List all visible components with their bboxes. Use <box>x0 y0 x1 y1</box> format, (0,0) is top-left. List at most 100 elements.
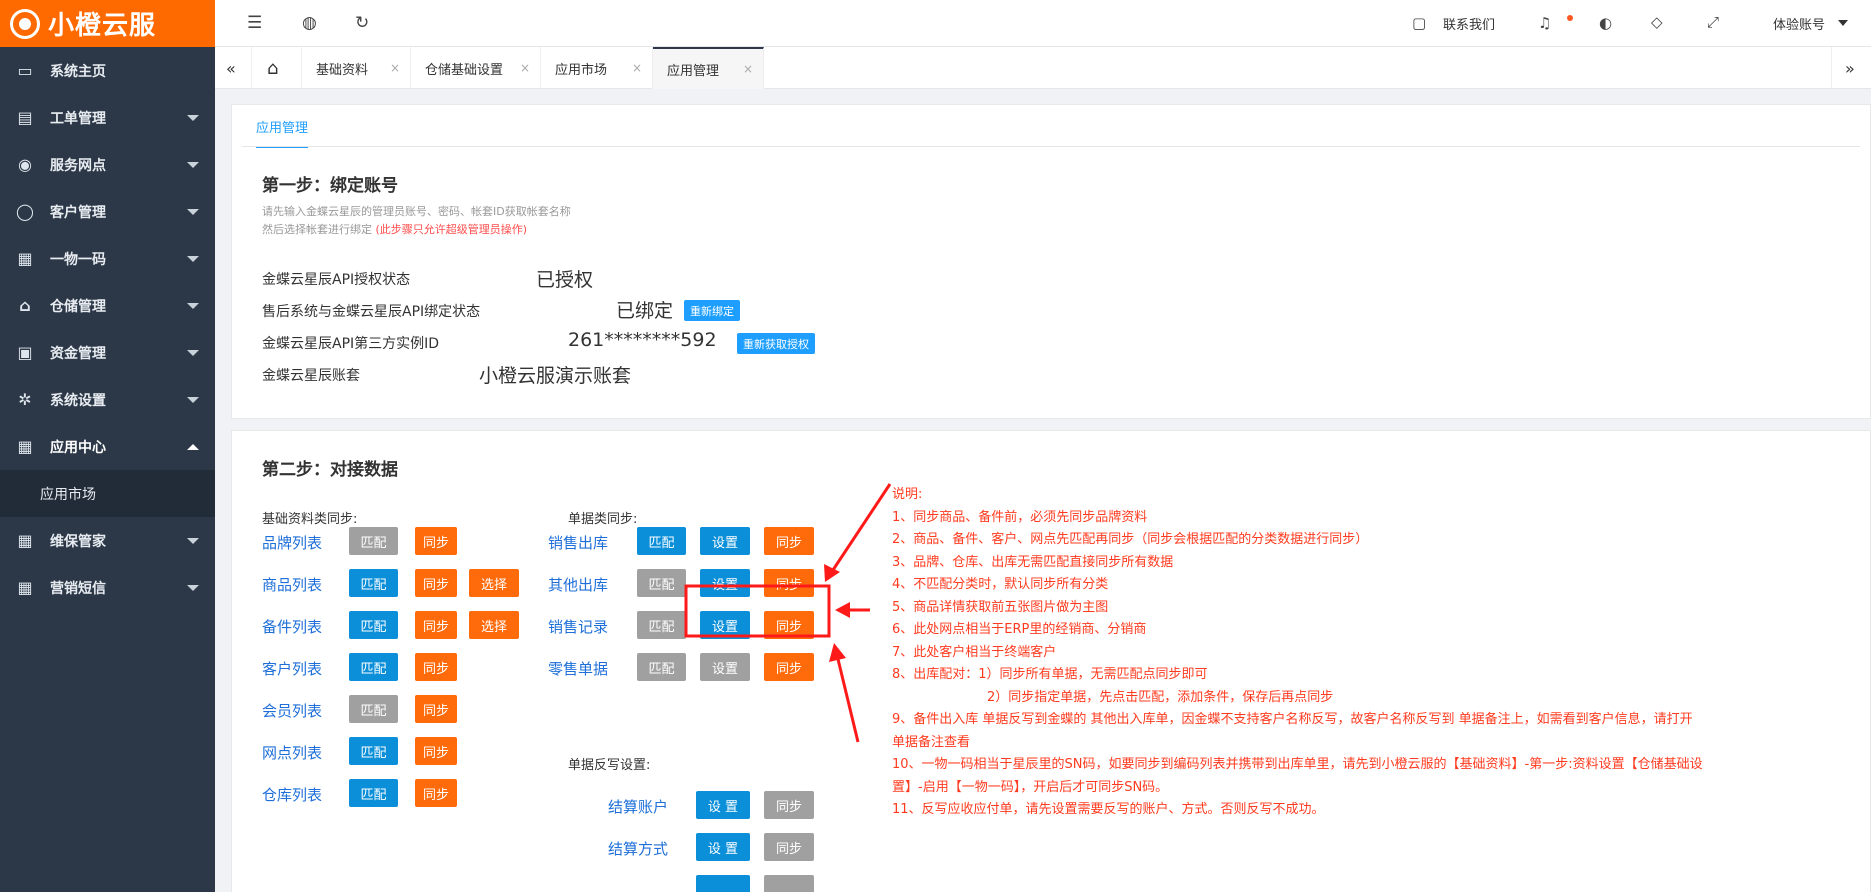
tab-scroll-left-icon[interactable]: « <box>215 47 252 89</box>
tab-app-market[interactable]: 应用市场 × <box>541 47 653 89</box>
tab-basic-data[interactable]: 基础资料 × <box>302 47 411 89</box>
basic-row-label[interactable]: 会员列表 <box>262 700 322 721</box>
basic-row-label[interactable]: 仓库列表 <box>262 784 322 805</box>
sync-button[interactable]: 同步 <box>415 527 457 555</box>
match-button[interactable]: 匹配 <box>349 779 398 807</box>
setting-button[interactable]: 设置 <box>700 653 750 681</box>
setting-button[interactable]: 设置 <box>700 527 750 555</box>
sidebar-item-1[interactable]: ▤ 工单管理 <box>0 94 215 141</box>
sync-button[interactable]: 同步 <box>764 791 814 819</box>
sidebar: 小橙云服 ▭ 系统主页 ▤ 工单管理 ◉ 服务网点 ◯ 客户管理 ▦ 一物一码 ⌂ 仓储管理 ▣ 资金管理… <box>0 0 215 892</box>
sync-button[interactable]: 同步 <box>415 737 457 765</box>
sidebar-item-7[interactable]: ✲ 系统设置 <box>0 376 215 423</box>
doc-row-label[interactable]: 零售单据 <box>548 658 608 679</box>
sidebar-item-label: 系统主页 <box>50 63 106 80</box>
basic-row-label[interactable]: 备件列表 <box>262 616 322 637</box>
note-line: 9、备件出入库 单据反写到金蝶的 其他出入库单，因金蝶不支持客户名称反写，故客户… <box>892 712 1693 727</box>
subtab-app-management[interactable]: 应用管理 <box>256 117 309 148</box>
basic-row-label[interactable]: 网点列表 <box>262 742 322 763</box>
sidebar-item-6[interactable]: ▣ 资金管理 <box>0 329 215 376</box>
match-button[interactable]: 匹配 <box>637 653 686 681</box>
notification-dot <box>1567 15 1573 21</box>
sidebar-item-10[interactable]: ▦ 营销短信 <box>0 564 215 611</box>
sidebar-item-3[interactable]: ◯ 客户管理 <box>0 188 215 235</box>
tab-warehouse-settings[interactable]: 仓储基础设置 × <box>411 47 541 89</box>
setting-button[interactable]: 设置 <box>700 569 750 597</box>
match-button[interactable]: 匹配 <box>349 737 398 765</box>
account-menu[interactable]: 体验账号 <box>1773 14 1825 33</box>
home-icon[interactable]: ⌂ <box>252 47 302 89</box>
chevron-down-icon[interactable] <box>1838 20 1848 26</box>
contact-us-link[interactable]: 联系我们 <box>1443 14 1495 33</box>
globe-icon: ◉ <box>18 155 32 174</box>
doc-row-label[interactable]: 其他出库 <box>548 574 608 595</box>
sidebar-item-9[interactable]: ▦ 维保管家 <box>0 517 215 564</box>
tag-icon[interactable]: ◇ <box>1651 13 1663 31</box>
writeback-row-label[interactable]: 结算账户 <box>608 796 668 817</box>
match-button[interactable]: 匹配 <box>349 653 398 681</box>
basic-row-label[interactable]: 品牌列表 <box>262 532 322 553</box>
auth-status-value: 已授权 <box>536 269 594 291</box>
sync-button[interactable]: 同步 <box>415 569 457 597</box>
globe-icon[interactable]: ◍ <box>302 13 317 33</box>
close-icon[interactable]: × <box>743 62 753 76</box>
tab-scroll-right-icon[interactable]: » <box>1831 47 1871 89</box>
palette-icon[interactable]: ◐ <box>1599 14 1612 32</box>
select-button[interactable]: 选择 <box>469 569 519 597</box>
tab-label: 应用管理 <box>667 63 720 79</box>
close-icon[interactable]: × <box>520 61 530 75</box>
sidebar-sub-item-app-market[interactable]: 应用市场 <box>0 470 215 517</box>
match-button[interactable]: 匹配 <box>349 569 398 597</box>
match-button[interactable]: 匹配 <box>637 569 686 597</box>
sync-button[interactable]: 同步 <box>764 833 814 861</box>
rebind-button[interactable]: 重新绑定 <box>684 300 740 321</box>
sync-button[interactable]: 同步 <box>415 653 457 681</box>
sync-button[interactable]: 同步 <box>415 611 457 639</box>
sync-button[interactable]: 同步 <box>764 527 814 555</box>
basic-row-label[interactable]: 客户列表 <box>262 658 322 679</box>
caret-down-icon <box>187 585 199 591</box>
doc-row-label[interactable]: 销售出库 <box>548 532 608 553</box>
caret-down-icon <box>187 397 199 403</box>
sync-button[interactable] <box>764 875 814 892</box>
sidebar-item-4[interactable]: ▦ 一物一码 <box>0 235 215 282</box>
setting-button[interactable]: 设 置 <box>696 833 750 861</box>
sync-button[interactable]: 同步 <box>764 569 814 597</box>
setting-button[interactable]: 设 置 <box>696 791 750 819</box>
reauthorize-button[interactable]: 重新获取授权 <box>737 333 815 354</box>
sidebar-item-label: 工单管理 <box>50 110 106 127</box>
sidebar-item-8[interactable]: ▦ 应用中心 <box>0 423 215 470</box>
menu-toggle-icon[interactable]: ☰ <box>247 13 262 33</box>
user-icon: ◯ <box>16 202 34 221</box>
close-icon[interactable]: × <box>390 61 400 75</box>
sidebar-item-2[interactable]: ◉ 服务网点 <box>0 141 215 188</box>
sync-button[interactable]: 同步 <box>764 653 814 681</box>
sidebar-item-0[interactable]: ▭ 系统主页 <box>0 47 215 94</box>
doc-row-label[interactable]: 销售记录 <box>548 616 608 637</box>
sidebar-item-5[interactable]: ⌂ 仓储管理 <box>0 282 215 329</box>
match-button[interactable]: 匹配 <box>349 527 398 555</box>
refresh-icon[interactable]: ↻ <box>355 13 369 33</box>
select-button[interactable]: 选择 <box>469 611 519 639</box>
sync-button[interactable]: 同步 <box>764 611 814 639</box>
match-button[interactable]: 匹配 <box>349 695 398 723</box>
money-icon: ▣ <box>17 343 33 362</box>
step1-hint-line2: 然后选择帐套进行绑定 (此步骤只允许超级管理员操作) <box>262 221 527 237</box>
sync-button[interactable]: 同步 <box>415 695 457 723</box>
bell-icon[interactable]: ♫ <box>1538 14 1551 32</box>
logo[interactable]: 小橙云服 <box>0 0 215 47</box>
match-button[interactable]: 匹配 <box>637 611 686 639</box>
note-line: 6、此处网点相当于ERP里的经销商、分销商 <box>892 622 1147 637</box>
basic-row-label[interactable]: 商品列表 <box>262 574 322 595</box>
setting-button[interactable] <box>696 875 750 892</box>
tab-app-management[interactable]: 应用管理 × <box>653 47 764 89</box>
writeback-row-label[interactable]: 结算方式 <box>608 838 668 859</box>
setting-button[interactable]: 设置 <box>700 611 750 639</box>
close-icon[interactable]: × <box>632 61 642 75</box>
match-button[interactable]: 匹配 <box>637 527 686 555</box>
chat-icon[interactable]: ▢ <box>1412 14 1426 32</box>
fullscreen-icon[interactable]: ⤢ <box>1707 13 1719 31</box>
sync-button[interactable]: 同步 <box>415 779 457 807</box>
match-button[interactable]: 匹配 <box>349 611 398 639</box>
note-line: 11、反写应收应付单，请先设置需要反写的账户、方式。否则反写不成功。 <box>892 802 1325 817</box>
